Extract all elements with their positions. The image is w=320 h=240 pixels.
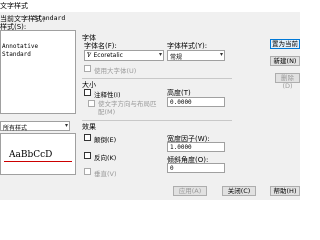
height-value: 0.0000: [170, 99, 192, 106]
oblique-input[interactable]: 0: [167, 163, 225, 173]
chevron-down-icon: ▾: [64, 122, 68, 129]
upside-down-checkbox[interactable]: [84, 134, 91, 141]
divider: [82, 78, 232, 79]
help-button[interactable]: 帮助(H): [270, 186, 300, 196]
font-name-value: Ꮴ Ecoretalic: [87, 52, 123, 59]
width-factor-value: 1.0000: [170, 144, 192, 151]
apply-button[interactable]: 应用(A): [173, 186, 207, 196]
preview-text: AaBbCcD: [9, 150, 53, 160]
font-style-value: 常规: [170, 54, 183, 61]
new-style-button[interactable]: 新建(N): [270, 56, 300, 66]
style-item-annotative[interactable]: Annotative: [2, 43, 38, 50]
font-style-select[interactable]: 常规 ▾: [167, 50, 225, 61]
width-factor-input[interactable]: 1.0000: [167, 142, 225, 152]
list-filter-select[interactable]: 所有样式 ▾: [0, 121, 70, 132]
match-orientation-label: 使文字方向与布局匹配(M): [98, 100, 157, 116]
current-style-value: Standard: [34, 14, 66, 22]
close-button[interactable]: 关闭(C): [222, 186, 256, 196]
height-input[interactable]: 0.0000: [167, 97, 225, 107]
delete-style-button[interactable]: 删除(D): [275, 73, 300, 90]
annotative-label: 注释性(I): [94, 91, 121, 99]
bigfont-checkbox[interactable]: [84, 65, 91, 72]
oblique-value: 0: [170, 165, 174, 172]
chevron-down-icon: ▾: [158, 51, 162, 58]
vertical-label: 垂直(V): [94, 170, 117, 178]
font-name-select[interactable]: Ꮴ Ecoretalic ▾: [84, 50, 164, 61]
window-title: 文字样式: [0, 2, 28, 10]
list-filter-value: 所有样式: [3, 125, 28, 132]
chevron-down-icon: ▾: [219, 51, 223, 58]
annotative-checkbox[interactable]: [84, 89, 91, 96]
preview-box: AaBbCcD: [0, 133, 76, 175]
effects-group-label: 效果: [82, 123, 96, 131]
bigfont-label: 使用大字体(U): [94, 67, 137, 75]
style-item-standard[interactable]: Standard: [2, 51, 31, 58]
vertical-checkbox[interactable]: [84, 168, 91, 175]
set-current-button[interactable]: 置为当前: [270, 39, 300, 49]
divider: [82, 120, 232, 121]
backwards-label: 反向(K): [94, 154, 117, 162]
upside-down-label: 颠倒(E): [94, 136, 117, 144]
styles-list[interactable]: Annotative Standard: [0, 30, 76, 114]
match-orientation-checkbox[interactable]: [88, 100, 95, 107]
preview-baseline: [4, 161, 72, 162]
backwards-checkbox[interactable]: [84, 152, 91, 159]
